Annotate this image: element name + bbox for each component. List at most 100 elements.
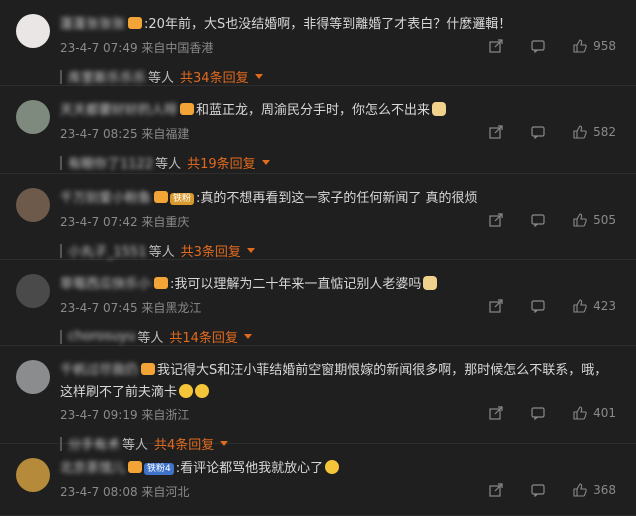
reply-suffix: 等人 (148, 245, 175, 260)
share-button[interactable] (489, 39, 509, 53)
username-link[interactable]: 北京茶馆儿 (60, 461, 125, 476)
like-button[interactable]: 958 (573, 39, 616, 53)
reply-count-link[interactable]: 共19条回复 (187, 153, 256, 172)
reply-count-link[interactable]: 共3条回复 (181, 241, 241, 260)
like-icon (573, 39, 587, 53)
comment-icon (531, 126, 545, 139)
comment-item: 千帆过尽我仍 我记得大S和汪小菲结婚前空窗期恨嫁的新闻很多啊，那时候怎么不联系，哦… (0, 346, 636, 453)
reply-username[interactable]: 有眼你了1122 (68, 153, 153, 172)
emoji-icon (423, 276, 438, 290)
vip-crown-icon (180, 103, 195, 115)
vip-crown-icon (141, 363, 156, 375)
comment-icon (531, 214, 545, 227)
comment-item: 蓬蓬张张张:20年前，大S也没结婚啊，非得等到離婚了才表白？什麼邏輯！ 23-4-… (0, 0, 636, 86)
comment-actions: 582 (467, 125, 616, 139)
reply-username[interactable]: 库里斯乐乐乐 (68, 67, 146, 86)
like-count: 368 (593, 483, 616, 497)
comment-text: 和蓝正龙，周渝民分手时，你怎么不出来 (196, 103, 431, 118)
comment-item: 草莓西瓜快乐小 :我可以理解为二十年来一直惦记别人老婆吗 23-4-7 07:45 … (0, 260, 636, 346)
reply-suffix: 等人 (148, 71, 175, 86)
comment-body: 草莓西瓜快乐小 :我可以理解为二十年来一直惦记别人老婆吗 (60, 274, 620, 296)
avatar[interactable] (16, 188, 50, 222)
vip-crown-icon (128, 17, 143, 29)
comment-actions: 958 (467, 39, 616, 53)
fan-badge: 铁粉 (170, 193, 195, 205)
share-button[interactable] (489, 406, 509, 420)
comment-body: 天天都要好好的人呀 和蓝正龙，周渝民分手时，你怎么不出来 (60, 100, 620, 122)
like-count: 582 (593, 125, 616, 139)
username-link[interactable]: 蓬蓬张张张 (60, 17, 125, 32)
reply-button[interactable] (531, 299, 551, 313)
comment-icon (531, 300, 545, 313)
reply-button[interactable] (531, 125, 551, 139)
username-link[interactable]: 千万别爱小粉鱼 (60, 191, 151, 206)
chevron-down-icon[interactable] (246, 248, 255, 253)
like-button[interactable]: 401 (573, 406, 616, 420)
comment-list: 蓬蓬张张张:20年前，大S也没结婚啊，非得等到離婚了才表白？什麼邏輯！ 23-4-… (0, 0, 636, 516)
share-icon (489, 299, 503, 313)
reply-summary[interactable]: 有眼你了1122 等人 共19条回复 (60, 153, 270, 172)
like-button[interactable]: 423 (573, 299, 616, 313)
reply-username[interactable]: chorosuyu (68, 329, 135, 344)
comment-text: :我可以理解为二十年来一直惦记别人老婆吗 (170, 277, 422, 292)
reply-suffix: 等人 (155, 157, 182, 172)
comment-actions: 423 (467, 299, 616, 313)
comment-body: 蓬蓬张张张:20年前，大S也没结婚啊，非得等到離婚了才表白？什麼邏輯！ (60, 14, 620, 36)
like-icon (573, 406, 587, 420)
comment-text: :看评论都骂他我就放心了 (175, 461, 324, 476)
comment-actions: 401 (467, 406, 616, 420)
reply-button[interactable] (531, 213, 551, 227)
chevron-down-icon[interactable] (261, 160, 270, 165)
avatar[interactable] (16, 100, 50, 134)
reply-button[interactable] (531, 39, 551, 53)
username-link[interactable]: 千帆过尽我仍 (60, 363, 138, 378)
comment-body: 千万别爱小粉鱼 铁粉:真的不想再看到这一家子的任何新闻了 真的很烦 (60, 188, 620, 210)
share-button[interactable] (489, 125, 509, 139)
comment-meta: 23-4-7 07:45 来自黑龙江 (60, 301, 202, 315)
chevron-down-icon[interactable] (243, 334, 252, 339)
avatar[interactable] (16, 274, 50, 308)
comment-icon (531, 407, 545, 420)
like-button[interactable]: 505 (573, 213, 616, 227)
reply-count-link[interactable]: 共14条回复 (169, 327, 238, 346)
comment-icon (531, 40, 545, 53)
reply-summary[interactable]: 小丸子_1551 等人 共3条回复 (60, 241, 255, 260)
reply-divider (60, 69, 62, 84)
avatar[interactable] (16, 458, 50, 492)
reply-summary[interactable]: chorosuyu 等人 共14条回复 (60, 327, 252, 346)
reply-button[interactable] (531, 406, 551, 420)
reply-count-link[interactable]: 共34条回复 (180, 67, 249, 86)
chevron-down-icon[interactable] (254, 74, 263, 79)
avatar[interactable] (16, 360, 50, 394)
like-count: 505 (593, 213, 616, 227)
reply-button[interactable] (531, 483, 551, 497)
share-button[interactable] (489, 299, 509, 313)
comment-meta: 23-4-7 07:42 来自重庆 (60, 215, 190, 229)
share-button[interactable] (489, 213, 509, 227)
like-icon (573, 483, 587, 497)
like-icon (573, 299, 587, 313)
comment-body: 北京茶馆儿 铁粉4:看评论都骂他我就放心了 (60, 458, 620, 480)
share-button[interactable] (489, 483, 509, 497)
comment-meta: 23-4-7 09:19 来自浙江 (60, 408, 190, 422)
vip-crown-icon (154, 277, 169, 289)
like-count: 401 (593, 406, 616, 420)
comment-actions: 505 (467, 213, 616, 227)
like-icon (573, 213, 587, 227)
like-button[interactable]: 368 (573, 483, 616, 497)
emoji-icon (179, 384, 194, 398)
comment-item: 北京茶馆儿 铁粉4:看评论都骂他我就放心了 23-4-7 08:08 来自河北 368 (0, 444, 636, 516)
like-icon (573, 125, 587, 139)
avatar[interactable] (16, 14, 50, 48)
username-link[interactable]: 草莓西瓜快乐小 (60, 277, 151, 292)
reply-summary[interactable]: 库里斯乐乐乐 等人 共34条回复 (60, 67, 263, 86)
like-button[interactable]: 582 (573, 125, 616, 139)
reply-suffix: 等人 (137, 331, 164, 346)
comment-item: 天天都要好好的人呀 和蓝正龙，周渝民分手时，你怎么不出来 23-4-7 08:25 … (0, 86, 636, 174)
comment-item: 千万别爱小粉鱼 铁粉:真的不想再看到这一家子的任何新闻了 真的很烦 23-4-7 0… (0, 174, 636, 260)
comment-meta: 23-4-7 08:25 来自福建 (60, 127, 190, 141)
reply-username[interactable]: 小丸子_1551 (68, 241, 147, 260)
reply-divider (60, 155, 62, 170)
username-link[interactable]: 天天都要好好的人呀 (60, 103, 177, 118)
comment-actions: 368 (467, 483, 616, 497)
